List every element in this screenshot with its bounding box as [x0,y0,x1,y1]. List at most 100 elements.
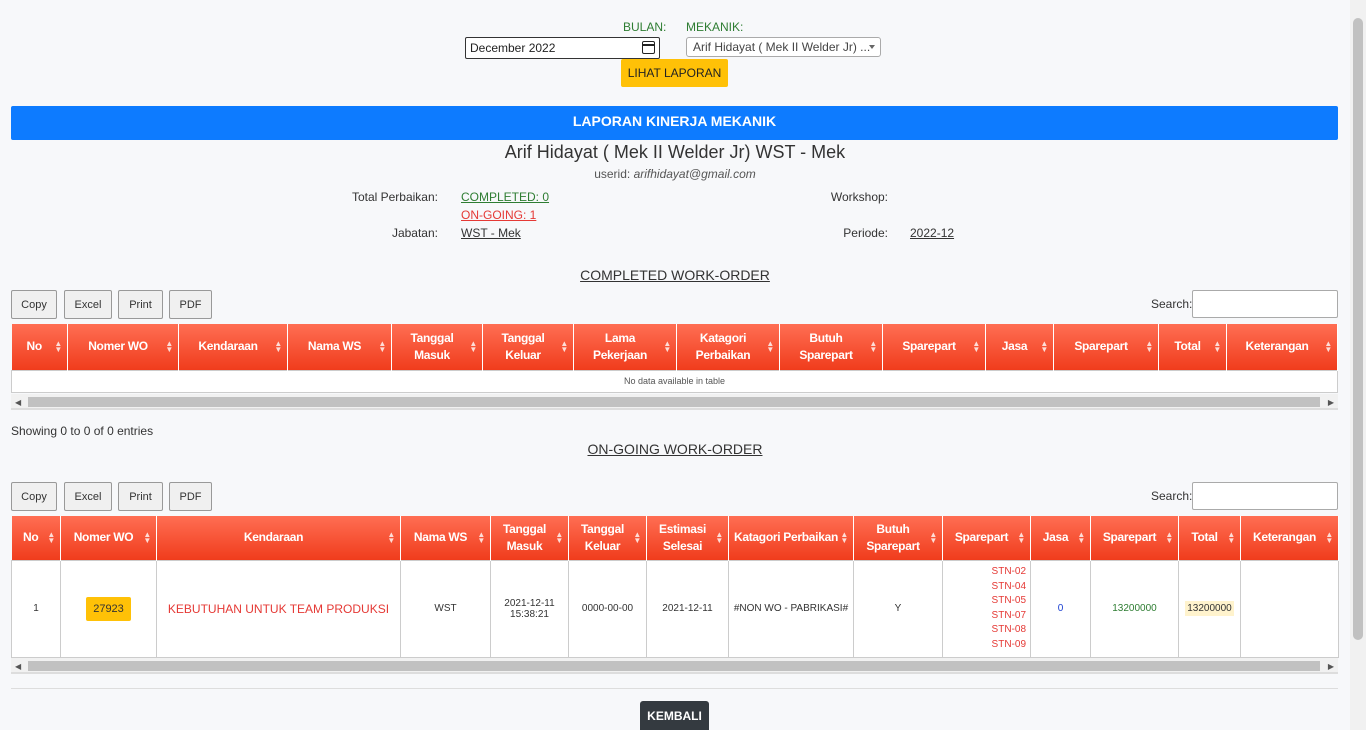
column-header-label: Estimasi Selesai [659,521,706,553]
column-header[interactable]: Tanggal Keluar ▲ ▼ [482,324,574,370]
print-button[interactable]: Print [118,290,163,319]
scroll-left-icon[interactable]: ◀ [15,398,21,407]
bulan-label: BULAN: [623,20,667,34]
sort-icon[interactable]: ▲ ▼ [560,339,568,353]
sort-icon[interactable]: ▲ ▼ [715,530,723,544]
sort-icon[interactable]: ▲ ▼ [477,530,485,544]
sort-icon[interactable]: ▲ ▼ [469,339,477,353]
column-header[interactable]: Tanggal Masuk ▲ ▼ [391,324,483,370]
sort-icon[interactable]: ▲ ▼ [1017,530,1025,544]
view-report-button[interactable]: LIHAT LAPORAN [621,59,728,87]
completed-horizontal-scrollbar[interactable]: ◀ ▶ [11,394,1338,410]
column-header-label: Tanggal Keluar [501,330,545,362]
sort-icon[interactable]: ▲ ▼ [555,530,563,544]
column-header[interactable]: Sparepart ▲ ▼ [1053,324,1159,370]
sort-icon[interactable]: ▲ ▼ [387,530,395,544]
column-header[interactable]: Sparepart ▲ ▼ [882,324,986,370]
column-header[interactable]: Tanggal Masuk ▲ ▼ [490,516,569,560]
column-header[interactable]: No ▲ ▼ [11,324,68,370]
scroll-right-icon[interactable]: ▶ [1328,662,1334,671]
column-header[interactable]: Kendaraan ▲ ▼ [178,324,288,370]
column-header[interactable]: Katagori Perbaikan ▲ ▼ [728,516,854,560]
sort-icon[interactable]: ▲ ▼ [47,530,55,544]
sort-icon[interactable]: ▲ ▼ [840,530,848,544]
sparepart-code: STN-02 [991,566,1026,577]
sort-icon[interactable]: ▲ ▼ [633,530,641,544]
copy-button[interactable]: Copy [11,290,57,319]
column-header[interactable]: Estimasi Selesai ▲ ▼ [646,516,729,560]
column-header[interactable]: Kendaraan ▲ ▼ [156,516,401,560]
sort-icon[interactable]: ▲ ▼ [1213,339,1221,353]
column-header[interactable]: Sparepart ▲ ▼ [942,516,1031,560]
month-value: December 2022 [470,41,556,55]
pdf-button[interactable]: PDF [169,482,212,511]
column-header[interactable]: Nomer WO ▲ ▼ [60,516,157,560]
wo-number-badge[interactable]: 27923 [86,596,131,621]
column-header[interactable]: Keterangan ▲ ▼ [1240,516,1339,560]
sparepart-code: STN-09 [991,638,1026,650]
sort-icon[interactable]: ▲ ▼ [378,339,386,353]
completed-count-link[interactable]: COMPLETED: 0 [461,190,549,204]
mechanic-select[interactable]: Arif Hidayat ( Mek II Welder Jr) ... [686,37,881,57]
sort-icon[interactable]: ▲ ▼ [1324,339,1332,353]
column-header[interactable]: Nama WS ▲ ▼ [287,324,392,370]
sort-icon[interactable]: ▲ ▼ [766,339,774,353]
tanggal-masuk-date: 2021-12-11 [504,597,555,609]
column-header-label: Katagori Perbaikan [734,530,838,545]
tanggal-masuk-time: 15:38:21 [510,608,549,620]
cell-butuh-sparepart: Y [853,559,943,658]
sort-icon[interactable]: ▲ ▼ [54,339,62,353]
excel-button[interactable]: Excel [64,290,112,319]
column-header[interactable]: Lama Pekerjaan ▲ ▼ [573,324,677,370]
ongoing-horizontal-scrollbar[interactable]: ◀ ▶ [11,658,1338,674]
column-header[interactable]: Nama WS ▲ ▼ [400,516,491,560]
calendar-icon[interactable] [642,41,655,54]
vertical-scrollbar[interactable] [1350,0,1366,730]
scroll-left-icon[interactable]: ◀ [15,662,21,671]
column-header-label: Butuh Sparepart [866,521,920,553]
sort-icon[interactable]: ▲ ▼ [869,339,877,353]
column-header[interactable]: Keterangan ▲ ▼ [1226,324,1338,370]
sort-icon[interactable]: ▲ ▼ [1227,530,1235,544]
scrollbar-thumb[interactable] [28,661,1320,671]
sort-icon[interactable]: ▲ ▼ [143,530,151,544]
sort-icon[interactable]: ▲ ▼ [1145,339,1153,353]
back-button[interactable]: KEMBALI [640,701,709,730]
search-input[interactable] [1192,290,1338,318]
column-header[interactable]: Total ▲ ▼ [1158,324,1227,370]
cell-kendaraan: KEBUTUHAN UNTUK TEAM PRODUKSI [156,559,401,658]
sort-icon[interactable]: ▲ ▼ [1325,530,1333,544]
sort-icon[interactable]: ▲ ▼ [929,530,937,544]
sort-icon[interactable]: ▲ ▼ [1165,530,1173,544]
page: BULAN: MEKANIK: December 2022 Arif Hiday… [0,0,1350,730]
print-button[interactable]: Print [118,482,163,511]
ongoing-count-link[interactable]: ON-GOING: 1 [461,208,536,222]
pdf-button[interactable]: PDF [169,290,212,319]
search-input[interactable] [1192,482,1338,510]
column-header[interactable]: Katagori Perbaikan ▲ ▼ [676,324,780,370]
jabatan-value[interactable]: WST - Mek [461,226,521,240]
column-header[interactable]: Tanggal Keluar ▲ ▼ [568,516,647,560]
column-header[interactable]: No ▲ ▼ [11,516,61,560]
sort-icon[interactable]: ▲ ▼ [165,339,173,353]
column-header[interactable]: Total ▲ ▼ [1178,516,1241,560]
month-input[interactable]: December 2022 [465,37,660,59]
column-header[interactable]: Butuh Sparepart ▲ ▼ [853,516,943,560]
sort-icon[interactable]: ▲ ▼ [274,339,282,353]
column-header[interactable]: Jasa ▲ ▼ [985,324,1054,370]
scrollbar-thumb[interactable] [28,397,1320,407]
scroll-right-icon[interactable]: ▶ [1328,398,1334,407]
copy-button[interactable]: Copy [11,482,57,511]
excel-button[interactable]: Excel [64,482,112,511]
sort-icon[interactable]: ▲ ▼ [1077,530,1085,544]
column-header-label: Sparepart [1074,339,1128,354]
sort-icon[interactable]: ▲ ▼ [663,339,671,353]
column-header[interactable]: Butuh Sparepart ▲ ▼ [779,324,883,370]
periode-value[interactable]: 2022-12 [910,226,954,240]
sort-icon[interactable]: ▲ ▼ [972,339,980,353]
column-header[interactable]: Jasa ▲ ▼ [1030,516,1091,560]
column-header[interactable]: Sparepart ▲ ▼ [1090,516,1179,560]
column-header[interactable]: Nomer WO ▲ ▼ [67,324,179,370]
sort-icon[interactable]: ▲ ▼ [1040,339,1048,353]
vertical-scrollbar-thumb[interactable] [1353,18,1363,640]
